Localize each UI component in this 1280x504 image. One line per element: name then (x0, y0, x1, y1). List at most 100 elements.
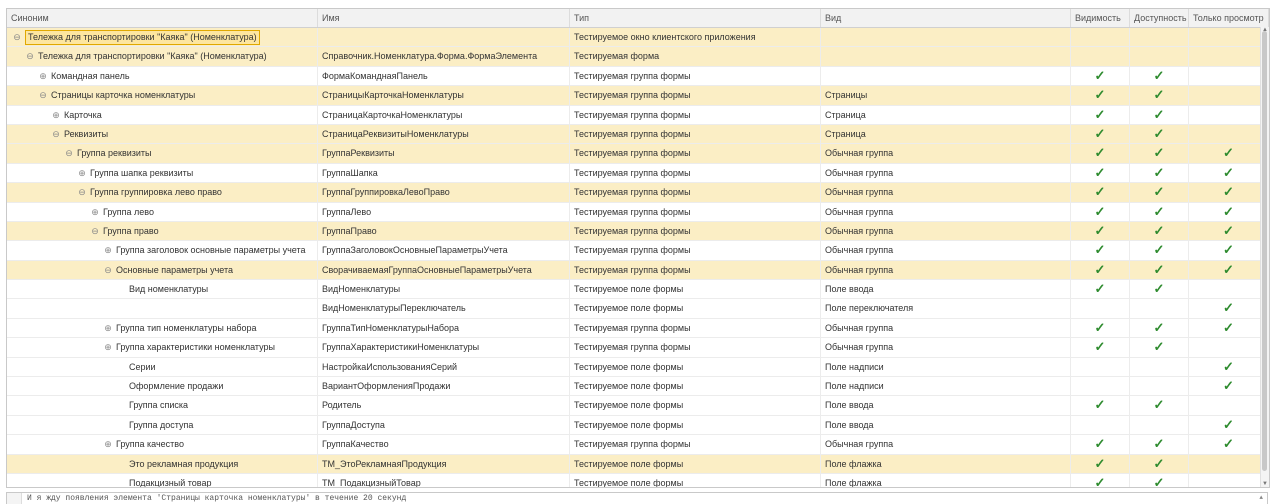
collapse-icon[interactable]: ⊖ (11, 28, 23, 46)
column-header-name[interactable]: Имя (318, 9, 570, 27)
cell-read-only[interactable]: ✓ (1189, 144, 1269, 163)
cell-visibility[interactable]: ✓ (1071, 280, 1130, 299)
scroll-down-icon[interactable]: ▼ (1261, 481, 1269, 487)
cell-read-only[interactable] (1189, 473, 1269, 487)
cell-visibility[interactable]: ✓ (1071, 105, 1130, 124)
expand-icon[interactable]: ⊕ (102, 319, 114, 337)
tree-row[interactable]: ⊖ Тележка для транспортировки "Каяка" (Но… (7, 28, 1269, 48)
tree-row[interactable]: ВидНоменклатурыПереключатель Тестируемое … (7, 299, 1269, 319)
cell-read-only[interactable] (1189, 105, 1269, 124)
cell-read-only[interactable] (1189, 280, 1269, 299)
tree-row[interactable]: ⊖ Основные параметры учета СворачиваемаяГр… (7, 260, 1269, 281)
cell-availability[interactable]: ✓ (1130, 144, 1189, 163)
cell-read-only[interactable]: ✓ (1189, 357, 1269, 377)
cell-availability[interactable]: ✓ (1130, 86, 1189, 105)
tree-row[interactable]: ⊕ Командная панель ФормаКоманднаяПанель Тес… (7, 66, 1269, 87)
cell-read-only[interactable] (1189, 338, 1269, 357)
cell-availability[interactable]: ✓ (1130, 105, 1189, 124)
cell-availability[interactable] (1130, 28, 1189, 47)
column-header-view[interactable]: Вид (821, 9, 1071, 27)
collapse-icon[interactable]: ⊖ (76, 183, 88, 201)
cell-visibility[interactable]: ✓ (1071, 144, 1130, 163)
cell-availability[interactable]: ✓ (1130, 221, 1189, 241)
cell-availability[interactable]: ✓ (1130, 241, 1189, 260)
cell-read-only[interactable]: ✓ (1189, 183, 1269, 202)
cell-availability[interactable]: ✓ (1130, 396, 1189, 415)
tree-row[interactable]: ⊕ Группа шапка реквизиты ГруппаШапка Тестир… (7, 163, 1269, 184)
column-header-synonym[interactable]: Синоним (7, 9, 318, 27)
cell-read-only[interactable]: ✓ (1189, 221, 1269, 241)
expand-icon[interactable]: ⊕ (37, 67, 49, 85)
tree-row[interactable]: ⊕ Группа качество ГруппаКачество Тестируема… (7, 435, 1269, 455)
collapse-icon[interactable]: ⊖ (37, 86, 49, 104)
tree-row[interactable]: ⊖ Группа право ГруппаПраво Тестируемая груп… (7, 221, 1269, 242)
expand-icon[interactable]: ⊕ (102, 241, 114, 259)
tree-row[interactable]: Подакцизный товар ТМ_ПодакцизныйТовар Тест… (7, 473, 1269, 487)
cell-read-only[interactable]: ✓ (1189, 415, 1269, 435)
cell-availability[interactable] (1130, 47, 1189, 66)
collapse-icon[interactable]: ⊖ (102, 261, 114, 279)
tree-row[interactable]: Оформление продажи ВариантОформленияПрода… (7, 377, 1269, 397)
cell-visibility[interactable]: ✓ (1071, 260, 1130, 280)
cell-visibility[interactable]: ✓ (1071, 338, 1130, 357)
cell-availability[interactable]: ✓ (1130, 318, 1189, 338)
cell-visibility[interactable]: ✓ (1071, 241, 1130, 260)
cell-visibility[interactable]: ✓ (1071, 473, 1130, 487)
cell-visibility[interactable]: ✓ (1071, 396, 1130, 415)
tree-row[interactable]: ⊕ Группа тип номенклатуры набора ГруппаТип… (7, 318, 1269, 339)
tree-row[interactable]: ⊖ Страницы карточка номенклатуры СтраницыК… (7, 86, 1269, 106)
cell-visibility[interactable] (1071, 415, 1130, 435)
cell-read-only[interactable] (1189, 454, 1269, 473)
tree-row[interactable]: Это рекламная продукция ТМ_ЭтоРекламнаяПр… (7, 454, 1269, 474)
tree-row[interactable]: ⊖ Тележка для транспортировки "Каяка" (Но… (7, 47, 1269, 67)
cell-visibility[interactable] (1071, 299, 1130, 318)
cell-visibility[interactable]: ✓ (1071, 124, 1130, 144)
expand-icon[interactable]: ⊕ (89, 203, 101, 221)
cell-availability[interactable]: ✓ (1130, 124, 1189, 144)
expand-icon[interactable]: ⊕ (50, 106, 62, 124)
tree-row[interactable]: ⊕ Группа заголовок основные параметры уче… (7, 241, 1269, 261)
cell-visibility[interactable] (1071, 357, 1130, 377)
cell-availability[interactable]: ✓ (1130, 66, 1189, 86)
cell-availability[interactable]: ✓ (1130, 183, 1189, 202)
cell-visibility[interactable]: ✓ (1071, 66, 1130, 86)
cell-visibility[interactable]: ✓ (1071, 202, 1130, 221)
cell-availability[interactable]: ✓ (1130, 202, 1189, 221)
tree-row[interactable]: Группа доступа ГруппаДоступа Тестируемое п… (7, 415, 1269, 436)
cell-visibility[interactable]: ✓ (1071, 221, 1130, 241)
column-header-type[interactable]: Тип (570, 9, 821, 27)
cell-read-only[interactable]: ✓ (1189, 299, 1269, 318)
cell-read-only[interactable] (1189, 124, 1269, 144)
cell-availability[interactable]: ✓ (1130, 435, 1189, 454)
cell-visibility[interactable] (1071, 28, 1130, 47)
tree-row[interactable]: ⊖ Группа группировка лево право ГруппаГруп… (7, 183, 1269, 203)
collapse-icon[interactable]: ⊖ (89, 222, 101, 240)
cell-availability[interactable]: ✓ (1130, 454, 1189, 473)
cell-read-only[interactable]: ✓ (1189, 318, 1269, 338)
vertical-scrollbar[interactable]: ▲ ▼ (1260, 27, 1269, 487)
cell-read-only[interactable]: ✓ (1189, 163, 1269, 183)
cell-visibility[interactable]: ✓ (1071, 318, 1130, 338)
cell-read-only[interactable]: ✓ (1189, 377, 1269, 396)
cell-availability[interactable]: ✓ (1130, 280, 1189, 299)
cell-availability[interactable] (1130, 357, 1189, 377)
tree-row[interactable]: ⊕ Группа характеристики номенклатуры Групп… (7, 338, 1269, 358)
expand-icon[interactable]: ⊕ (102, 338, 114, 356)
cell-visibility[interactable]: ✓ (1071, 454, 1130, 473)
cell-read-only[interactable] (1189, 396, 1269, 415)
cell-availability[interactable] (1130, 415, 1189, 435)
column-header-visibility[interactable]: Видимость (1071, 9, 1130, 27)
cell-read-only[interactable] (1189, 66, 1269, 86)
tree-row[interactable]: Серии НастройкаИспользованияСерий Тестируе… (7, 357, 1269, 378)
cell-read-only[interactable]: ✓ (1189, 241, 1269, 260)
message-scroll-icon[interactable]: ▲ (1259, 493, 1263, 503)
tree-row[interactable]: ⊕ Карточка СтраницаКарточкаНоменклатуры Тес… (7, 105, 1269, 125)
cell-visibility[interactable] (1071, 47, 1130, 66)
cell-read-only[interactable]: ✓ (1189, 260, 1269, 280)
tree-row[interactable]: Вид номенклатуры ВидНоменклатуры Тестируем… (7, 280, 1269, 300)
cell-availability[interactable] (1130, 377, 1189, 396)
cell-visibility[interactable]: ✓ (1071, 86, 1130, 105)
cell-availability[interactable]: ✓ (1130, 260, 1189, 280)
cell-availability[interactable]: ✓ (1130, 163, 1189, 183)
tree-row[interactable]: ⊕ Группа лево ГруппаЛево Тестируемая группа… (7, 202, 1269, 222)
